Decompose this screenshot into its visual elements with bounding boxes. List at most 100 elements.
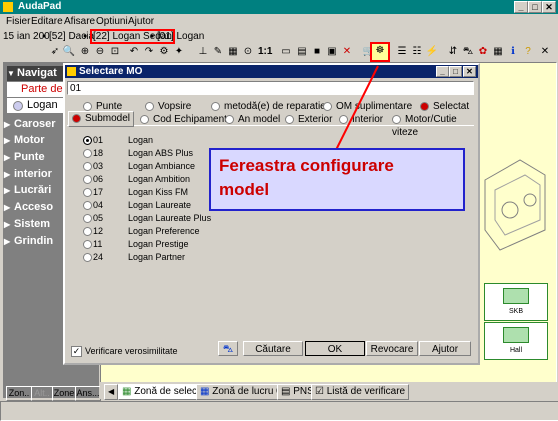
- pin-icon[interactable]: ✦: [172, 45, 186, 59]
- zoom-fit-icon[interactable]: ⊡: [108, 45, 122, 59]
- save-icon[interactable]: ■: [310, 45, 324, 59]
- expand-icon: ▶: [4, 136, 11, 145]
- help-button[interactable]: Ajutor: [419, 341, 471, 356]
- crumb-make[interactable]: [52] Dacia: [49, 31, 94, 42]
- one-to-one-icon[interactable]: 1:1: [258, 45, 272, 59]
- arrows-icon[interactable]: ⇵: [446, 45, 460, 59]
- expand-icon: ▶: [4, 186, 11, 195]
- tab-submodel[interactable]: Submodel: [68, 111, 135, 127]
- checkbox-checked-icon: ✓: [71, 346, 82, 357]
- maximize-button[interactable]: □: [528, 1, 542, 13]
- dialog-minimize-button[interactable]: _: [436, 66, 449, 77]
- radio-icon: [83, 149, 92, 158]
- model-config-icon[interactable]: ☸: [370, 42, 390, 62]
- grid-icon[interactable]: ▦: [226, 45, 240, 59]
- menu-optiuni[interactable]: Optiuni: [96, 16, 128, 27]
- close-button[interactable]: ✕: [542, 1, 556, 13]
- list2-icon[interactable]: ☷: [410, 45, 424, 59]
- open-doc-icon[interactable]: ▤: [295, 45, 309, 59]
- annotation-callout: Fereastra configurare model: [209, 148, 465, 211]
- zoom-in-icon[interactable]: ⊕: [78, 45, 92, 59]
- tab-motor-cutie[interactable]: Motor/Cutie viteze: [392, 113, 478, 138]
- expand-icon: ▶: [4, 153, 11, 162]
- vehicle-drawing: [480, 140, 550, 260]
- app-title: AudaPad: [18, 1, 62, 12]
- crumb-submodel[interactable]: [01] Logan: [157, 31, 204, 42]
- vehicle-lookup-button[interactable]: ⛍: [218, 341, 238, 356]
- delete-icon[interactable]: ✕: [340, 45, 354, 59]
- grid2-icon[interactable]: ▦: [491, 45, 505, 59]
- redo-icon[interactable]: ↷: [142, 45, 156, 59]
- app-icon: [3, 2, 13, 12]
- annotation-line1: Fereastra configurare: [219, 156, 394, 175]
- model-code-input[interactable]: [67, 81, 474, 95]
- part-label: SKB: [508, 308, 523, 315]
- radio-icon: [13, 101, 23, 111]
- crumb-sep-icon: ●: [42, 33, 47, 40]
- radio-icon: [83, 175, 92, 184]
- car-diagram-icon: [484, 159, 546, 251]
- tab-cod-echipament[interactable]: Cod Echipament: [140, 113, 227, 126]
- flower-icon[interactable]: ✿: [476, 45, 490, 59]
- checklist-icon: ☑: [315, 386, 324, 397]
- settings-icon[interactable]: ⚙: [157, 45, 171, 59]
- search-button[interactable]: Căutare: [243, 341, 303, 356]
- list-icon[interactable]: ☰: [395, 45, 409, 59]
- radio-icon: [83, 162, 92, 171]
- pen-icon[interactable]: ✎: [211, 45, 225, 59]
- lightning-icon[interactable]: ⚡: [425, 45, 439, 59]
- ok-button[interactable]: OK: [305, 341, 365, 356]
- tab-selectat[interactable]: Selectat: [420, 100, 469, 113]
- left-tab-ans[interactable]: Ans...: [75, 386, 101, 401]
- cancel-button[interactable]: Revocare: [366, 341, 418, 356]
- info-icon[interactable]: ℹ: [506, 45, 520, 59]
- ruler-icon[interactable]: ⊥: [196, 45, 210, 59]
- scale-icon[interactable]: ⊙: [241, 45, 255, 59]
- expand-icon: ▶: [4, 203, 11, 212]
- zoom-icon[interactable]: 🔍: [62, 45, 76, 59]
- dialog-maximize-button[interactable]: □: [449, 66, 462, 77]
- cursor-icon[interactable]: ➶: [48, 45, 62, 59]
- tab-an-model[interactable]: An model: [225, 113, 280, 126]
- radio-icon: [83, 227, 92, 236]
- menu-fisier[interactable]: Fisier: [6, 16, 30, 27]
- part-thumbnail[interactable]: SKB: [484, 283, 548, 321]
- pns-icon: ▤: [281, 386, 291, 397]
- radio-selected-icon: [72, 113, 81, 123]
- left-tab-zone2[interactable]: Zone: [52, 386, 76, 401]
- part-shape-icon: [503, 288, 529, 304]
- close-doc-icon[interactable]: ✕: [538, 45, 552, 59]
- part-label: Hall: [509, 347, 523, 354]
- tab-lista-verificare[interactable]: ☑ Listă de verificare: [311, 384, 410, 400]
- breadcrumb: 15 ian 200 ● [52] Dacia ● [22] Logan Sed…: [0, 29, 558, 44]
- model-selection-dialog: Selectare MO _ □ ✕ Punte Vopsire metodă(…: [63, 63, 480, 365]
- menu-editare[interactable]: Editare: [31, 16, 63, 27]
- part-shape-icon: [503, 327, 529, 343]
- radio-icon: [83, 253, 92, 262]
- crumb-sep-icon: ●: [150, 33, 155, 40]
- tab-vopsire[interactable]: Vopsire: [145, 100, 191, 113]
- left-tab-zone[interactable]: Zon..: [6, 386, 32, 401]
- menu-ajutor[interactable]: Ajutor: [128, 16, 154, 27]
- expand-icon: ▶: [4, 170, 11, 179]
- new-doc-icon[interactable]: ▭: [279, 45, 293, 59]
- radio-icon: [83, 240, 92, 249]
- dialog-close-button[interactable]: ✕: [463, 66, 476, 77]
- radio-icon: [225, 114, 234, 124]
- undo-icon[interactable]: ↶: [127, 45, 141, 59]
- minimize-button[interactable]: _: [514, 1, 528, 13]
- help-icon[interactable]: ?: [521, 45, 535, 59]
- menu-afisare[interactable]: Afisare: [64, 16, 95, 27]
- print-icon[interactable]: ▣: [325, 45, 339, 59]
- expand-icon: ▶: [4, 120, 11, 129]
- zoom-out-icon[interactable]: ⊖: [93, 45, 107, 59]
- tab-metoda-reparatie[interactable]: metodă(e) de reparatie: [211, 100, 326, 113]
- tab-exterior[interactable]: Exterior: [285, 113, 332, 126]
- work-zone-icon: ▦: [200, 386, 210, 397]
- car2-icon[interactable]: ⛍: [461, 45, 475, 59]
- part-thumbnail[interactable]: Hall: [484, 322, 548, 360]
- left-tab-alt[interactable]: Alt..: [31, 386, 53, 401]
- radio-icon: [285, 114, 294, 124]
- expand-icon: ▼: [7, 69, 15, 78]
- tab-selection-zone[interactable]: ◀: [104, 384, 119, 400]
